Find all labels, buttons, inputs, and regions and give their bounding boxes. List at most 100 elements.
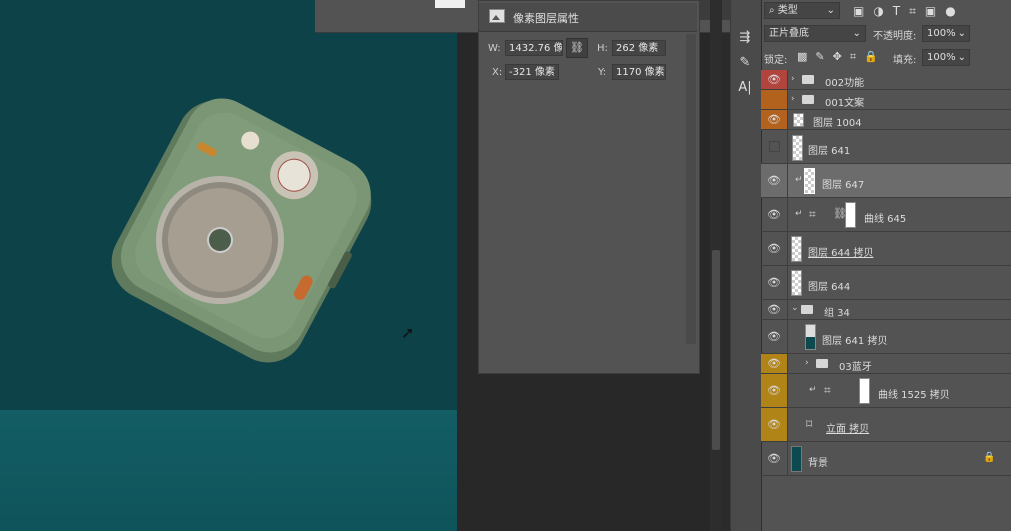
layer-name: 立面 拷贝 (826, 424, 870, 435)
layer-name: 图层 641 拷贝 (822, 336, 888, 347)
adjust-tool-icon[interactable]: ⇶ (736, 30, 754, 46)
filter-kind-select[interactable]: ⌕ 类型 ⌄ (764, 2, 840, 19)
width-field[interactable]: 1432.76 像素 (505, 40, 563, 56)
search-icon: ⌕ (769, 5, 775, 16)
curves-icon: ⌗ (824, 383, 831, 397)
properties-title: 像素图层属性 (513, 12, 579, 25)
layer-name: 背景 (808, 458, 828, 469)
folder-icon (802, 75, 814, 84)
eye-icon-hidden[interactable] (761, 130, 788, 163)
layer-name: 001文案 (825, 98, 865, 109)
y-label: Y: (598, 67, 607, 78)
curves-icon: ⌗ (809, 207, 816, 221)
height-label: H: (597, 43, 608, 54)
layer-name: 曲线 645 (864, 214, 907, 225)
x-field[interactable]: -321 像素 (505, 64, 559, 80)
properties-scrollbar[interactable] (686, 34, 696, 344)
layer-thumbnail (791, 236, 802, 262)
clip-arrow-icon: ↵ (795, 209, 803, 219)
layer-name: 图层 641 (808, 146, 851, 157)
chevron-right-icon[interactable]: › (791, 94, 795, 104)
lock-icons[interactable]: ▩✎✥⌗🔒 (797, 50, 886, 64)
eye-icon[interactable]: 👁 (761, 408, 788, 441)
canvas-floor (0, 410, 457, 531)
mask-thumbnail (845, 202, 856, 228)
layer-name: 曲线 1525 拷贝 (878, 390, 950, 401)
layer-name: 图层 644 (808, 282, 851, 293)
brush-tool-icon[interactable]: ✎ (736, 55, 754, 71)
fill-value: 100% (927, 52, 956, 63)
eye-icon[interactable] (761, 90, 788, 109)
filter-kind-value: 类型 (777, 5, 798, 16)
opacity-label: 不透明度: (873, 31, 917, 42)
character-tool-icon[interactable]: A| (736, 80, 754, 96)
chevron-right-icon[interactable]: › (791, 74, 795, 84)
layer-row[interactable]: 👁 ↵ ⌗ 曲线 1525 拷贝 (761, 374, 1011, 408)
layer-thumbnail (791, 270, 802, 296)
blend-mode-select[interactable]: 正片叠底 ⌄ (764, 25, 866, 42)
link-icon[interactable]: ⛓ (566, 38, 588, 58)
layer-name: 组 34 (824, 308, 850, 319)
move-cursor-icon: ➚ (401, 323, 415, 342)
lock-label: 锁定: (764, 55, 788, 66)
eye-icon[interactable]: 👁 (761, 110, 788, 129)
layer-row[interactable]: 图层 641 (761, 130, 1011, 164)
layer-row[interactable]: 👁 ↵ ⌗ ⛓ 曲线 645 (761, 198, 1011, 232)
eye-icon[interactable]: 👁 (761, 354, 788, 373)
chevron-down-icon: ⌄ (957, 28, 966, 39)
fill-label: 填充: (893, 55, 917, 66)
eye-icon[interactable]: 👁 (761, 232, 788, 265)
opacity-field[interactable]: 100% ⌄ (922, 25, 970, 42)
clip-arrow-icon: ↵ (809, 385, 817, 395)
layer-row[interactable]: 👁 图层 1004 (761, 110, 1011, 130)
layer-row[interactable]: › 001文案 (761, 90, 1011, 110)
layer-name: 图层 644 拷贝 (808, 248, 874, 259)
layer-row[interactable]: 👁 › 002功能 (761, 70, 1011, 90)
y-field[interactable]: 1170 像素 (612, 64, 666, 80)
eye-icon[interactable]: 👁 (761, 374, 788, 407)
chevron-right-icon[interactable]: › (805, 358, 809, 368)
shape-icon: ⌑ (806, 417, 813, 431)
layer-row[interactable]: 👁 图层 644 拷贝 (761, 232, 1011, 266)
layer-name: 图层 1004 (813, 118, 862, 129)
layer-row[interactable]: 👁 › 03蓝牙 (761, 354, 1011, 374)
layer-thumbnail (793, 113, 804, 127)
eye-icon[interactable]: 👁 (761, 442, 788, 475)
eye-icon[interactable]: 👁 (761, 164, 788, 197)
chevron-down-icon: ⌄ (826, 5, 835, 16)
eye-icon[interactable]: 👁 (761, 70, 788, 89)
properties-panel (478, 0, 700, 374)
fill-field[interactable]: 100% ⌄ (922, 49, 970, 66)
layer-row-selected[interactable]: 👁 ↵ 图层 647 (761, 164, 1011, 198)
blend-mode-value: 正片叠底 (769, 28, 809, 39)
layer-thumbnail (805, 324, 816, 350)
layer-thumbnail (804, 168, 815, 194)
opacity-value: 100% (927, 28, 956, 39)
filter-icons[interactable]: ▣◑T⌗▣● (853, 4, 965, 19)
product-speaker-image (111, 98, 372, 363)
layer-row[interactable]: 👁 图层 641 拷贝 (761, 320, 1011, 354)
chevron-down-icon: ⌄ (957, 52, 966, 63)
layer-row[interactable]: 👁 图层 644 (761, 266, 1011, 300)
image-icon (489, 9, 505, 23)
layer-row[interactable]: 👁 ⌄ 组 34 (761, 300, 1011, 320)
eye-icon[interactable]: 👁 (761, 300, 788, 319)
folder-icon (801, 305, 813, 314)
layer-thumbnail (791, 446, 802, 472)
layer-name: 图层 647 (822, 180, 865, 191)
eye-icon[interactable]: 👁 (761, 198, 788, 231)
layer-name: 002功能 (825, 78, 865, 89)
height-field[interactable]: 262 像素 (612, 40, 666, 56)
scrollbar-thumb[interactable] (712, 250, 720, 450)
eye-icon[interactable]: 👁 (761, 266, 788, 299)
layer-thumbnail (792, 135, 803, 161)
layer-row[interactable]: 👁 ⌑ 立面 拷贝 (761, 408, 1011, 442)
lock-icon: 🔒 (983, 452, 996, 463)
clip-arrow-icon: ↵ (795, 175, 803, 185)
eye-icon[interactable]: 👁 (761, 320, 788, 353)
layer-row[interactable]: 👁 背景 🔒 (761, 442, 1011, 476)
width-label: W: (488, 43, 501, 54)
chevron-down-icon[interactable]: ⌄ (791, 303, 799, 313)
properties-header (479, 3, 697, 32)
chevron-down-icon: ⌄ (852, 28, 861, 39)
